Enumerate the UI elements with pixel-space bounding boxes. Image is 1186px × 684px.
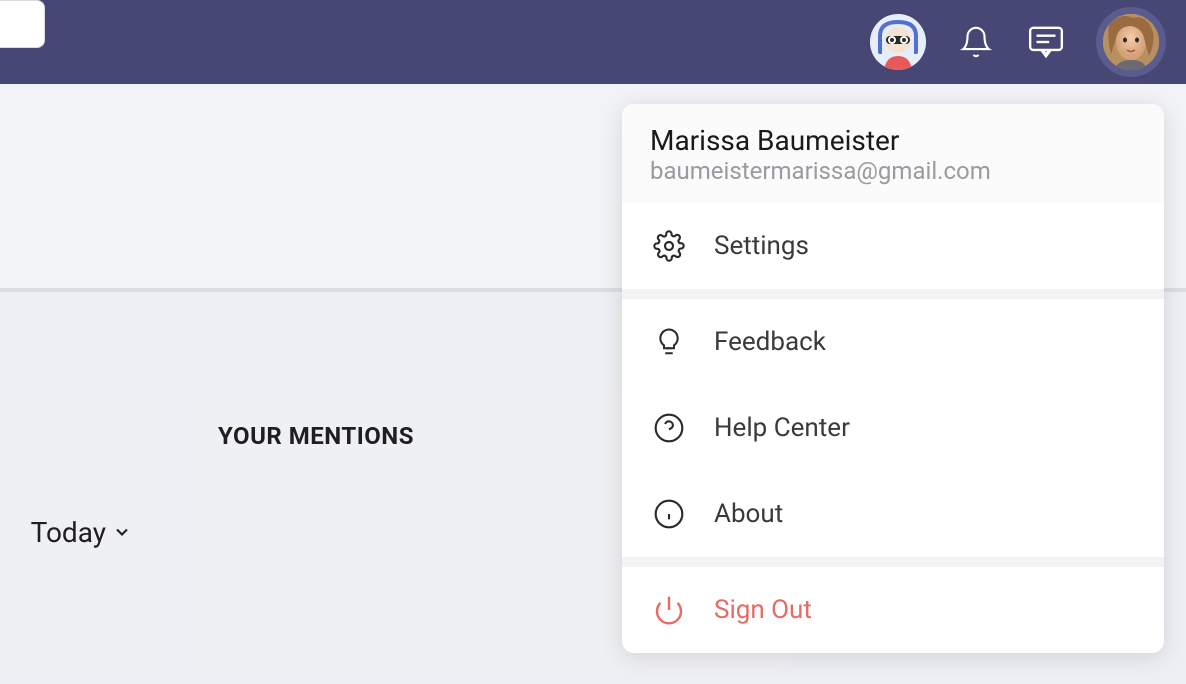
profile-dropdown: Marissa Baumeister baumeistermarissa@gma… (622, 104, 1164, 653)
menu-divider (622, 289, 1164, 299)
power-icon (652, 593, 686, 627)
menu-item-about[interactable]: About (622, 471, 1164, 557)
menu-divider (622, 557, 1164, 567)
today-dropdown[interactable]: Today (31, 422, 132, 642)
chat-icon (1027, 23, 1065, 61)
assistant-avatar-icon (870, 14, 926, 70)
menu-item-label: Feedback (714, 327, 826, 357)
today-label-text: Today (31, 516, 106, 549)
menu-item-label: Sign Out (714, 595, 812, 625)
profile-email: baumeistermarissa@gmail.com (650, 157, 1136, 185)
menu-item-signout[interactable]: Sign Out (622, 567, 1164, 653)
notifications-button[interactable] (956, 22, 996, 62)
profile-menu-list: Settings Feedback Help Center (622, 203, 1164, 653)
profile-avatar-icon (1103, 14, 1159, 70)
profile-name: Marissa Baumeister (650, 124, 1136, 157)
menu-item-label: Settings (714, 231, 809, 261)
info-icon (652, 497, 686, 531)
topbar-actions (870, 7, 1166, 77)
nav-tab[interactable] (0, 0, 45, 48)
assistant-avatar[interactable] (870, 14, 926, 70)
help-icon (652, 411, 686, 445)
menu-item-label: About (714, 499, 783, 529)
profile-avatar-button[interactable] (1096, 7, 1166, 77)
menu-item-help[interactable]: Help Center (622, 385, 1164, 471)
menu-item-settings[interactable]: Settings (622, 203, 1164, 289)
today-card: Today (0, 392, 160, 672)
menu-item-feedback[interactable]: Feedback (622, 299, 1164, 385)
menu-item-label: Help Center (714, 413, 850, 443)
top-bar (0, 0, 1186, 84)
lightbulb-icon (652, 325, 686, 359)
chevron-down-icon (112, 522, 132, 542)
gear-icon (652, 229, 686, 263)
messages-button[interactable] (1026, 22, 1066, 62)
profile-header: Marissa Baumeister baumeistermarissa@gma… (622, 104, 1164, 203)
bell-icon (959, 25, 993, 59)
